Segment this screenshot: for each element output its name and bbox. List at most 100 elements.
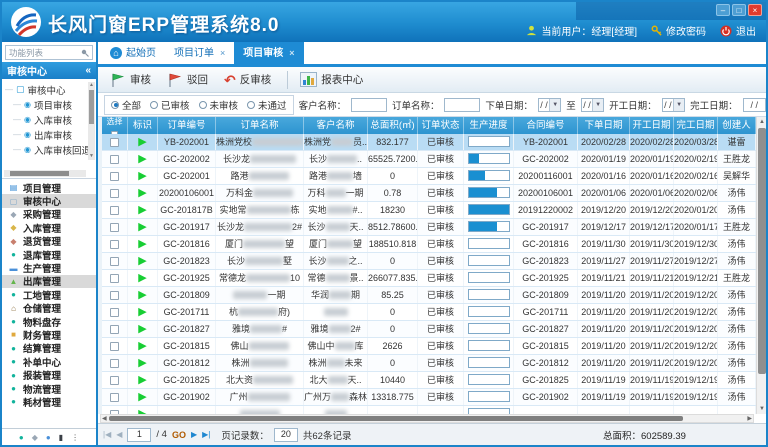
page-input[interactable]: 1: [127, 428, 151, 442]
tree-item-project-audit[interactable]: —◉项目审核: [5, 97, 96, 112]
go-button[interactable]: GO: [172, 430, 186, 440]
sidebar-item-reorder-center[interactable]: ●补单中心: [2, 355, 96, 368]
logout-button[interactable]: 退出: [720, 23, 756, 38]
horizontal-scrollbar[interactable]: ◀ ▶: [100, 414, 754, 423]
table-row[interactable]: ▶GC-201711杭府)0已审核GC-2017112019/11/202019…: [102, 304, 756, 321]
header-cell[interactable]: 订单状态: [418, 117, 464, 134]
table-row[interactable]: ▶GC-201816厦门望厦门望188510.818已审核GC-20181620…: [102, 236, 756, 253]
row-checkbox[interactable]: [110, 172, 119, 181]
header-cell[interactable]: 完工日期: [674, 117, 718, 134]
sidebar-item-finance[interactable]: ■财务管理: [2, 328, 96, 341]
leaf-icon[interactable]: ●: [46, 433, 51, 442]
chevron-down-icon[interactable]: ▼: [592, 99, 603, 111]
tree-vertical-scrollbar[interactable]: ▲ ▼: [88, 82, 95, 160]
table-row[interactable]: ▶GC-201925常德龙10常德景..266077.835..已审核GC-20…: [102, 270, 756, 287]
dot-icon[interactable]: ●: [19, 433, 24, 442]
tab-start-page[interactable]: ⌂起始页: [101, 42, 165, 64]
row-checkbox[interactable]: [110, 206, 119, 215]
sidebar-item-audit-center[interactable]: ▢审核中心: [2, 194, 96, 207]
table-row[interactable]: ▶GC-201902广州广州万森林13318.775已审核GC-20190220…: [102, 389, 756, 406]
header-cell[interactable]: 选择: [102, 117, 128, 134]
maximize-button[interactable]: □: [732, 4, 746, 16]
sidebar-item-consumables[interactable]: ●耗材管理: [2, 395, 96, 408]
sidebar-item-outbound[interactable]: ▲出库管理: [2, 275, 96, 288]
header-cell[interactable]: 订单名称: [216, 117, 304, 134]
row-checkbox[interactable]: [110, 138, 119, 147]
row-checkbox[interactable]: [110, 240, 119, 249]
header-cell[interactable]: 订单编号: [158, 117, 216, 134]
row-checkbox[interactable]: [110, 393, 119, 402]
unaudit-button[interactable]: ↶ 反审核: [220, 70, 279, 89]
scroll-down-icon[interactable]: ▼: [757, 404, 767, 414]
sidebar-item-settlement[interactable]: ●结算管理: [2, 342, 96, 355]
scroll-down-icon[interactable]: ▼: [88, 153, 95, 160]
book-icon[interactable]: ▮: [59, 433, 63, 442]
prev-page-button[interactable]: ◀: [116, 430, 122, 439]
header-cell[interactable]: 客户名称: [304, 117, 368, 134]
row-checkbox[interactable]: [110, 376, 119, 385]
chevron-down-icon[interactable]: ▼: [549, 99, 560, 111]
table-row[interactable]: ▶20200106001万科金万科一期0.78已审核20200106001202…: [102, 185, 756, 202]
tab-project-orders[interactable]: 项目订单×: [165, 42, 234, 64]
sidebar-item-stock-return[interactable]: ●退库管理: [2, 248, 96, 261]
table-row[interactable]: ▶GC-201827雅境#雅境2#0已审核GC-2018272019/11/20…: [102, 321, 756, 338]
last-page-button[interactable]: ▶|: [202, 430, 210, 439]
tab-project-audit[interactable]: 项目审核×: [234, 42, 303, 64]
scroll-left-icon[interactable]: ◀: [102, 415, 107, 423]
row-checkbox[interactable]: [110, 189, 119, 198]
row-checkbox[interactable]: [110, 308, 119, 317]
close-tab-icon[interactable]: ×: [289, 43, 294, 64]
status-radio[interactable]: 全部: [111, 98, 141, 112]
order-name-input[interactable]: [444, 98, 480, 112]
table-row[interactable]: ▶GC-201825北大资北大天..10440已审核GC-2018252019/…: [102, 372, 756, 389]
table-row[interactable]: ▶GC-202001路港路港墙0已审核202001160012020/01/16…: [102, 168, 756, 185]
tree-root-audit-center[interactable]: — ▢ 审核中心: [5, 82, 96, 97]
tree-item-inbound-audit-rollback[interactable]: —◉入库审核回退: [5, 142, 96, 157]
customer-name-input[interactable]: [351, 98, 387, 112]
first-page-button[interactable]: |◀: [103, 430, 111, 439]
tree-horizontal-scrollbar[interactable]: [4, 170, 86, 177]
minimize-button[interactable]: –: [716, 4, 730, 16]
chevron-down-icon[interactable]: ▼: [673, 99, 684, 111]
sidebar-item-warehouse[interactable]: ⌂仓储管理: [2, 302, 96, 315]
table-row[interactable]: ▶GC-202002长沙龙长沙..65525.7200..已审核GC-20200…: [102, 151, 756, 168]
header-cell[interactable]: 开工日期: [630, 117, 674, 134]
row-checkbox[interactable]: [110, 257, 119, 266]
table-row[interactable]: ▶GC-201815佛山佛山中库2626已审核GC-2018152019/11/…: [102, 338, 756, 355]
reject-button[interactable]: 驳回: [163, 70, 216, 90]
close-tab-icon[interactable]: ×: [220, 43, 225, 64]
status-radio[interactable]: 已审核: [150, 98, 190, 112]
table-row[interactable]: ▶YB-202001株洲党校株洲党员..832.177已审核YB-2020012…: [102, 134, 756, 151]
sidebar-item-logistics[interactable]: ●物流管理: [2, 382, 96, 395]
next-page-button[interactable]: ▶: [191, 430, 197, 439]
table-row[interactable]: ▶: [102, 406, 756, 414]
scroll-up-icon[interactable]: ▲: [88, 82, 95, 89]
sidebar-item-material-inventory[interactable]: ●物料盘存: [2, 315, 96, 328]
sidebar-item-returns[interactable]: ◆退货管理: [2, 235, 96, 248]
status-radio[interactable]: 未通过: [247, 98, 287, 112]
row-checkbox[interactable]: [110, 274, 119, 283]
vertical-scrollbar[interactable]: ▲ ▼: [756, 117, 766, 414]
change-password-button[interactable]: 修改密码: [651, 23, 706, 38]
tree-item-inbound-audit[interactable]: —◉入库审核: [5, 112, 96, 127]
scroll-up-icon[interactable]: ▲: [757, 117, 767, 127]
pin-icon[interactable]: [81, 49, 89, 57]
row-checkbox[interactable]: [110, 223, 119, 232]
start-date-input[interactable]: / /▼: [662, 98, 685, 112]
tree-item-outbound-audit[interactable]: —◉出库审核: [5, 127, 96, 142]
function-search-input[interactable]: 功能列表: [5, 45, 93, 60]
header-cell[interactable]: 合同编号: [514, 117, 578, 134]
sidebar-item-installation[interactable]: ●报装管理: [2, 368, 96, 381]
order-date-from-input[interactable]: / /▼: [538, 98, 561, 112]
cart-icon[interactable]: ◆: [32, 433, 38, 442]
row-checkbox[interactable]: [110, 291, 119, 300]
header-cell[interactable]: 总面积(㎡): [368, 117, 418, 134]
header-cell[interactable]: 标识: [128, 117, 158, 134]
sidebar-item-production[interactable]: ▬生产管理: [2, 261, 96, 274]
table-row[interactable]: ▶GC-201823长沙墅长沙之..0已审核GC-2018232019/11/2…: [102, 253, 756, 270]
header-cell[interactable]: 生产进度: [464, 117, 514, 134]
header-cell[interactable]: 创建人: [718, 117, 756, 134]
row-checkbox[interactable]: [110, 325, 119, 334]
finish-date-input[interactable]: / /: [743, 98, 766, 112]
sidebar-item-purchasing[interactable]: ◆采购管理: [2, 208, 96, 221]
